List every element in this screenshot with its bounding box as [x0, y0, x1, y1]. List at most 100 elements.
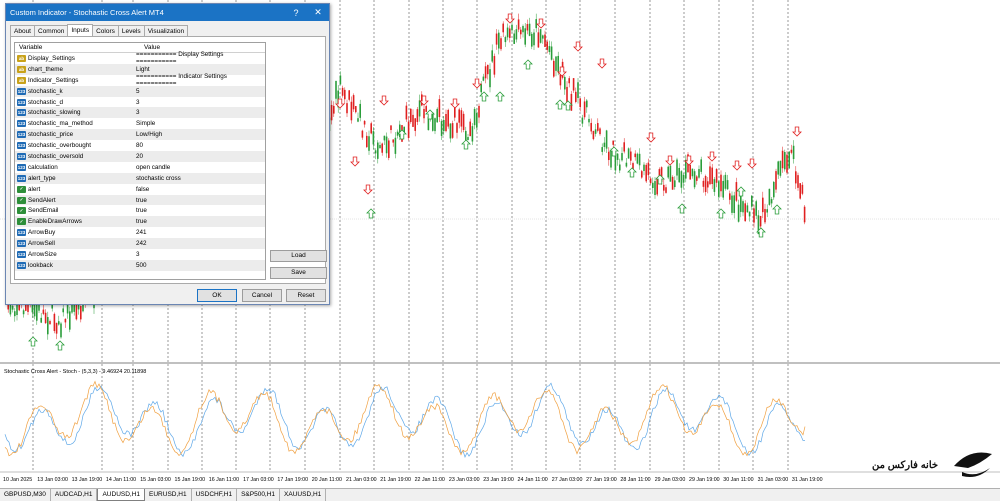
- candle-body: [572, 78, 575, 91]
- time-axis-label: 27 Jan 03:00: [552, 477, 583, 483]
- candle-body: [566, 86, 568, 104]
- input-row[interactable]: ✓ alert false: [15, 184, 265, 195]
- candle-body: [341, 87, 344, 96]
- input-value[interactable]: 3: [136, 109, 265, 116]
- input-variable-cell: 123 lookback: [15, 261, 136, 269]
- sell-arrow-icon: [536, 18, 546, 29]
- time-axis-label: 21 Jan 19:00: [380, 477, 411, 483]
- candle-body: [770, 199, 773, 204]
- symbol-tab[interactable]: USDCHF,H1: [192, 489, 238, 501]
- input-value[interactable]: Simple: [136, 120, 265, 127]
- symbol-tab[interactable]: S&P500,H1: [237, 489, 281, 501]
- input-value[interactable]: 3: [136, 99, 265, 106]
- candle-body: [764, 208, 766, 223]
- load-button[interactable]: Load: [270, 250, 327, 262]
- input-value[interactable]: Light: [136, 66, 265, 73]
- candle-body: [544, 34, 546, 48]
- candle-body: [355, 106, 357, 113]
- input-row[interactable]: 123 stochastic_k 5: [15, 85, 265, 97]
- candle-body: [412, 114, 414, 127]
- input-value[interactable]: false: [136, 186, 265, 193]
- numeric-type-icon: 123: [17, 261, 26, 269]
- candle-body: [377, 142, 379, 159]
- candle-body: [333, 105, 335, 114]
- candle-body: [436, 108, 438, 123]
- candle-body: [792, 145, 795, 160]
- input-value[interactable]: 241: [136, 229, 265, 236]
- symbol-tab[interactable]: GBPUSD,M30: [0, 489, 51, 501]
- input-row[interactable]: ✓ SendAlert true: [15, 194, 265, 206]
- input-variable-name: Indicator_Settings: [28, 76, 79, 84]
- input-value[interactable]: true: [136, 197, 265, 204]
- close-button[interactable]: ✕: [307, 4, 329, 21]
- candle-body: [678, 167, 680, 183]
- input-row[interactable]: 123 stochastic_overbought 80: [15, 140, 265, 151]
- buy-arrow-icon: [772, 204, 782, 215]
- candle-body: [62, 308, 64, 313]
- input-row[interactable]: ✓ SendEmail true: [15, 205, 265, 216]
- candle-body: [500, 38, 502, 50]
- input-row[interactable]: ab Indicator_Settings =========== Indicato…: [15, 73, 265, 87]
- input-row[interactable]: 123 ArrowSell 242: [15, 238, 265, 250]
- indicator-label: Stochastic Cross Alert - Stoch - (5,3,3)…: [4, 369, 146, 375]
- input-row[interactable]: 123 lookback 500: [15, 259, 265, 271]
- symbol-tab[interactable]: XAUUSD,H1: [280, 489, 327, 501]
- save-button[interactable]: Save: [270, 267, 327, 279]
- candle-body: [443, 119, 445, 132]
- input-row[interactable]: ✓ EnableDrawArrows true: [15, 216, 265, 228]
- input-value[interactable]: 3: [136, 251, 265, 258]
- candle-body: [469, 121, 471, 137]
- input-value[interactable]: 500: [136, 262, 265, 269]
- input-row[interactable]: 123 alert_type stochastic cross: [15, 172, 265, 184]
- sell-arrow-icon: [450, 98, 460, 109]
- help-button[interactable]: ?: [285, 4, 307, 21]
- numeric-type-icon: 123: [17, 240, 26, 248]
- input-value[interactable]: =========== Indicator Settings =========…: [136, 73, 265, 87]
- time-axis: 10 Jan 2025 13 Jan 03:00 13 Jan 19:00 14 Ja…: [3, 477, 823, 483]
- symbol-tab[interactable]: EURUSD,H1: [145, 489, 192, 501]
- input-row[interactable]: 123 ArrowBuy 241: [15, 227, 265, 238]
- input-value[interactable]: 242: [136, 240, 265, 247]
- input-value[interactable]: open candle: [136, 164, 265, 171]
- input-row[interactable]: 123 stochastic_slowing 3: [15, 107, 265, 119]
- input-value[interactable]: 5: [136, 88, 265, 95]
- candle-body: [691, 168, 694, 177]
- candle-body: [366, 135, 368, 148]
- candle-body: [619, 164, 621, 171]
- input-row[interactable]: 123 stochastic_price Low/High: [15, 129, 265, 141]
- candle-body: [410, 108, 412, 122]
- input-value[interactable]: true: [136, 218, 265, 225]
- buy-arrow-icon: [523, 59, 533, 70]
- input-value[interactable]: 20: [136, 153, 265, 160]
- time-axis-label: 20 Jan 11:00: [312, 477, 342, 483]
- candle-body: [564, 76, 566, 90]
- input-variable-name: SendEmail: [28, 207, 59, 215]
- reset-button[interactable]: Reset: [286, 289, 326, 302]
- input-value[interactable]: true: [136, 207, 265, 214]
- input-row[interactable]: 123 ArrowSize 3: [15, 249, 265, 260]
- symbol-tab[interactable]: AUDCAD,H1: [51, 489, 98, 501]
- candle-body: [762, 197, 764, 213]
- input-value[interactable]: =========== Display Settings ===========: [136, 51, 265, 65]
- input-row[interactable]: ab Display_Settings =========== Display Se…: [15, 51, 265, 65]
- custom-indicator-dialog: Custom Indicator - Stochastic Cross Aler…: [5, 3, 330, 305]
- cancel-button[interactable]: Cancel: [242, 289, 282, 302]
- dialog-title-bar[interactable]: Custom Indicator - Stochastic Cross Aler…: [6, 4, 329, 21]
- input-row[interactable]: 123 stochastic_d 3: [15, 97, 265, 108]
- sell-arrow-icon: [505, 13, 515, 24]
- input-row[interactable]: 123 calculation open candle: [15, 162, 265, 173]
- input-variable-cell: ✓ alert: [15, 185, 136, 193]
- input-value[interactable]: Low/High: [136, 131, 265, 138]
- candle-body: [520, 29, 522, 35]
- input-row[interactable]: 123 stochastic_ma_method Simple: [15, 118, 265, 129]
- input-variable-cell: 123 stochastic_slowing: [15, 109, 136, 117]
- candle-body: [531, 33, 533, 47]
- input-row[interactable]: 123 stochastic_oversold 20: [15, 151, 265, 162]
- candle-body: [542, 35, 544, 39]
- input-value[interactable]: 80: [136, 142, 265, 149]
- candle-body: [742, 201, 744, 213]
- symbol-tab[interactable]: AUDUSD,H1: [97, 489, 146, 501]
- numeric-type-icon: 123: [17, 120, 26, 128]
- ok-button[interactable]: OK: [197, 289, 237, 302]
- input-value[interactable]: stochastic cross: [136, 175, 265, 182]
